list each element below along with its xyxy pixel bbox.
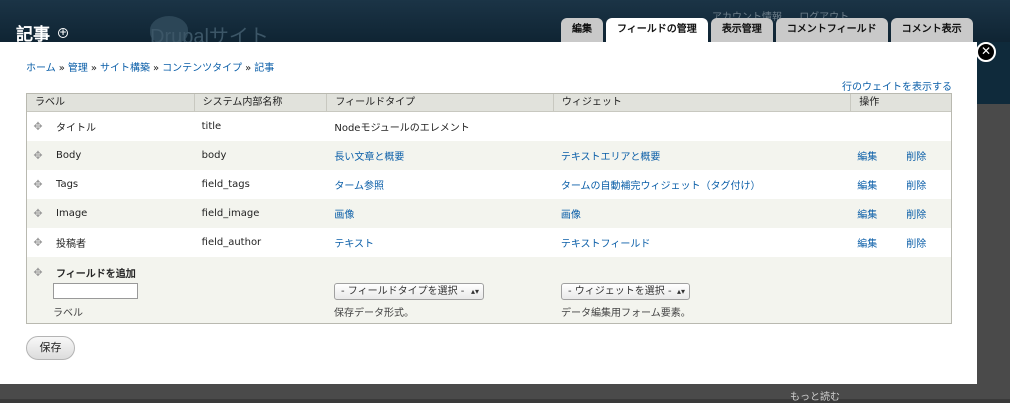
delete-link[interactable]: 削除 xyxy=(906,148,926,163)
field-label: タイトル xyxy=(56,123,96,134)
field-operations: 編集 削除 xyxy=(851,206,951,221)
tab-edit[interactable]: 編集 xyxy=(561,18,603,42)
tab-manage-fields[interactable]: フィールドの管理 xyxy=(606,18,708,42)
edit-link[interactable]: 編集 xyxy=(857,206,906,221)
field-machine-name: field_tags xyxy=(201,179,250,190)
table-row: ✥ タイトル title Nodeモジュールのエレメント xyxy=(27,112,951,141)
breadcrumb-content-types[interactable]: コンテンツタイプ xyxy=(162,63,242,74)
column-header-machine-name: システム内部名称 xyxy=(195,94,328,111)
breadcrumb-structure[interactable]: サイト構築 xyxy=(100,63,150,74)
table-row: ✥ Body body 長い文章と概要 テキストエリアと概要 編集 削除 xyxy=(27,141,951,170)
drag-handle-icon[interactable]: ✥ xyxy=(33,237,43,248)
field-widget-link[interactable]: 画像 xyxy=(554,206,851,221)
widget-select-value: - ウィジェットを選択 - xyxy=(568,286,672,297)
field-type-link[interactable]: ターム参照 xyxy=(327,177,554,192)
field-label: Tags xyxy=(56,179,79,190)
column-header-label: ラベル xyxy=(27,94,195,111)
table-row: ✥ Image field_image 画像 画像 編集 削除 xyxy=(27,199,951,228)
field-label: Image xyxy=(56,208,88,219)
add-field-row: ✥ フィールドを追加 ラベル - フィールドタイプを選択 - ▴▾ 保存データ形式。… xyxy=(27,257,951,323)
table-header: ラベル システム内部名称 フィールドタイプ ウィジェット 操作 xyxy=(27,94,951,112)
field-operations: 編集 削除 xyxy=(851,177,951,192)
breadcrumb-separator: » xyxy=(152,63,160,74)
fields-table: ラベル システム内部名称 フィールドタイプ ウィジェット 操作 ✥ タイトル ti… xyxy=(26,93,952,324)
edit-link[interactable]: 編集 xyxy=(857,148,906,163)
read-more-link[interactable]: もっと読む xyxy=(790,388,840,403)
field-type: Nodeモジュールのエレメント xyxy=(334,123,470,134)
new-field-label-description: ラベル xyxy=(53,308,83,319)
tab-manage-display[interactable]: 表示管理 xyxy=(710,18,773,42)
tab-comment-fields[interactable]: コメントフィールド xyxy=(775,18,888,42)
field-widget-link[interactable]: タームの自動補完ウィジェット（タグ付け） xyxy=(554,177,851,192)
widget-select[interactable]: - ウィジェットを選択 - ▴▾ xyxy=(561,283,690,300)
column-header-operations: 操作 xyxy=(859,97,880,108)
select-arrows-icon: ▴▾ xyxy=(676,287,685,296)
overlay-content: ホーム» 管理» サイト構築» コンテンツタイプ» 記事 行のウェイトを表示する ラベル… xyxy=(0,42,977,384)
field-operations: 編集 削除 xyxy=(851,148,951,163)
drag-handle-icon[interactable]: ✥ xyxy=(33,267,43,278)
field-label: Body xyxy=(56,150,82,161)
delete-link[interactable]: 削除 xyxy=(906,235,926,250)
table-row: ✥ Tags field_tags ターム参照 タームの自動補完ウィジェット（タグ… xyxy=(27,170,951,199)
select-arrows-icon: ▴▾ xyxy=(470,287,479,296)
breadcrumb-article[interactable]: 記事 xyxy=(254,63,274,74)
field-type-link[interactable]: 長い文章と概要 xyxy=(327,148,554,163)
field-widget-link[interactable]: テキストフィールド xyxy=(554,235,851,250)
field-machine-name: field_author xyxy=(201,237,262,248)
field-type-link[interactable]: 画像 xyxy=(327,206,554,221)
column-header-field-type: フィールドタイプ xyxy=(327,94,554,111)
breadcrumb-separator: » xyxy=(245,63,252,74)
field-type-select[interactable]: - フィールドタイプを選択 - ▴▾ xyxy=(334,283,484,300)
field-type-select-value: - フィールドタイプを選択 - xyxy=(341,286,465,297)
drag-handle-icon[interactable]: ✥ xyxy=(33,208,43,219)
breadcrumb-home[interactable]: ホーム xyxy=(26,63,56,74)
field-type-link[interactable]: テキスト xyxy=(327,235,554,250)
drag-handle-icon[interactable]: ✥ xyxy=(33,121,43,132)
breadcrumb-separator: » xyxy=(58,63,65,74)
field-label: 投稿者 xyxy=(56,239,86,250)
field-type-description: 保存データ形式。 xyxy=(334,308,414,319)
field-machine-name: title xyxy=(201,121,222,132)
widget-description: データ編集用フォーム要素。 xyxy=(561,308,691,319)
field-widget-link[interactable]: テキストエリアと概要 xyxy=(554,148,851,163)
tab-bar: 編集 フィールドの管理 表示管理 コメントフィールド コメント表示 xyxy=(561,18,976,42)
table-row: ✥ 投稿者 field_author テキスト テキストフィールド 編集 削除 xyxy=(27,228,951,257)
drag-handle-icon[interactable]: ✥ xyxy=(33,150,43,161)
delete-link[interactable]: 削除 xyxy=(906,177,926,192)
breadcrumb-separator: » xyxy=(90,63,97,74)
site-name: Drupalサイト xyxy=(150,26,269,48)
column-header-widget: ウィジェット xyxy=(554,94,852,111)
close-icon[interactable]: ✕ xyxy=(976,42,996,62)
delete-link[interactable]: 削除 xyxy=(906,206,926,221)
add-field-title: フィールドを追加 xyxy=(56,269,136,280)
show-row-weights-link[interactable]: 行のウェイトを表示する xyxy=(842,78,952,93)
field-machine-name: field_image xyxy=(201,208,260,219)
field-operations: 編集 削除 xyxy=(851,235,951,250)
breadcrumb: ホーム» 管理» サイト構築» コンテンツタイプ» 記事 xyxy=(26,59,274,74)
breadcrumb-admin[interactable]: 管理 xyxy=(68,63,88,74)
save-button[interactable]: 保存 xyxy=(26,336,75,360)
new-field-label-input[interactable] xyxy=(53,283,138,299)
drag-handle-icon[interactable]: ✥ xyxy=(33,179,43,190)
field-machine-name: body xyxy=(201,150,227,161)
edit-link[interactable]: 編集 xyxy=(857,235,906,250)
plus-circle-icon[interactable]: + xyxy=(58,28,68,38)
edit-link[interactable]: 編集 xyxy=(857,177,906,192)
tab-comment-display[interactable]: コメント表示 xyxy=(890,18,973,42)
